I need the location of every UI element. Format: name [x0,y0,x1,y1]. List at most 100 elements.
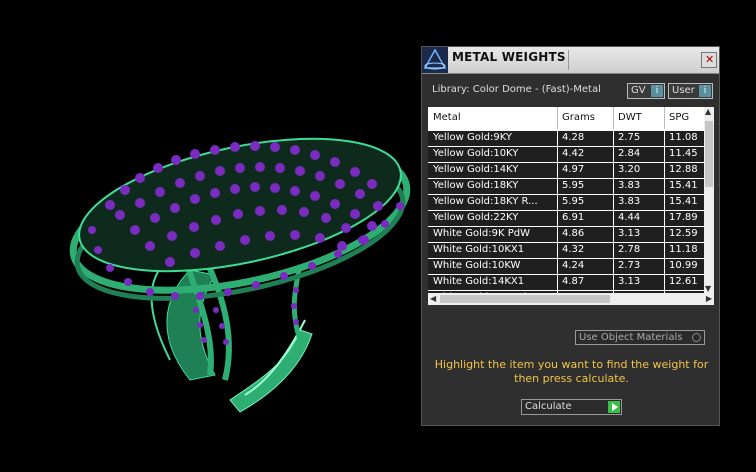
vertical-scrollbar[interactable]: ▲ ▼ [704,107,714,293]
scroll-right-icon[interactable]: ▶ [706,294,712,303]
gv-toggle-button[interactable]: GV i [627,83,665,99]
grams-cell: 4.24 [562,260,585,271]
table-row[interactable]: White Gold:10KX1 4.32 2.78 11.18 [428,243,706,259]
column-divider [613,131,614,147]
title-divider [568,50,569,70]
metal-cell: Yellow Gold:18KY [433,180,519,191]
metal-weights-table[interactable]: Metal Grams DWT SPG Yellow Gold:9KY 4.28 2… [428,107,714,305]
column-divider [613,259,614,275]
grams-cell: 4.42 [562,148,585,159]
spg-cell: 12.61 [669,276,698,287]
table-row[interactable]: Yellow Gold:18KY R... 5.95 3.83 15.41 [428,195,706,211]
column-divider [664,163,665,179]
vertical-scroll-thumb[interactable] [705,121,713,187]
dwt-cell: 3.83 [618,196,641,207]
column-divider [557,211,558,227]
spg-cell: 12.88 [669,164,698,175]
metal-cell: Yellow Gold:22KY [433,212,519,223]
column-divider [664,195,665,211]
dwt-cell: 3.13 [618,228,641,239]
spg-cell: 11.45 [669,148,698,159]
table-rows: Yellow Gold:9KY 4.28 2.75 11.08 Yellow Gold:… [428,131,706,305]
pyramid-logo-icon [422,47,448,73]
play-arrow-icon [608,401,620,413]
column-divider [664,243,665,259]
column-divider [613,195,614,211]
3d-viewport-ring-render[interactable] [0,0,420,472]
column-divider [557,259,558,275]
column-divider [613,179,614,195]
column-divider [557,163,558,179]
table-header: Metal Grams DWT SPG [428,107,706,129]
column-divider [557,227,558,243]
calculate-button[interactable]: Calculate [521,399,622,415]
horizontal-scrollbar[interactable]: ◀ ▶ [428,293,714,305]
column-divider [613,275,614,291]
table-row[interactable]: White Gold:10KW 4.24 2.73 10.99 [428,259,706,275]
info-icon: i [699,85,711,97]
metal-cell: White Gold:14KX1 [433,276,525,287]
column-divider [664,227,665,243]
column-header-grams[interactable]: Grams [562,112,595,123]
column-divider [664,179,665,195]
user-toggle-button[interactable]: User i [668,83,713,99]
column-divider [557,179,558,195]
grams-cell: 4.28 [562,132,585,143]
column-header-spg[interactable]: SPG [669,112,689,123]
column-divider [557,275,558,291]
info-icon: i [651,85,663,97]
panel-titlebar[interactable]: METAL WEIGHTS ✕ [422,47,719,74]
grams-cell: 4.87 [562,276,585,287]
use-object-materials-option[interactable]: Use Object Materials [575,330,705,345]
close-button[interactable]: ✕ [701,52,717,68]
calculate-label: Calculate [525,401,572,412]
column-divider [664,275,665,291]
column-divider [664,211,665,227]
spg-cell: 15.41 [669,180,698,191]
gv-toggle-label: GV [631,85,646,96]
column-divider [613,211,614,227]
spg-cell: 17.89 [669,212,698,223]
library-label: Library: Color Dome - (Fast)-Metal [432,84,601,95]
close-icon: ✕ [705,53,715,66]
table-row[interactable]: Yellow Gold:10KY 4.42 2.84 11.45 [428,147,706,163]
metal-cell: Yellow Gold:18KY R... [433,196,538,207]
radio-dot-icon [692,333,701,342]
scroll-up-icon[interactable]: ▲ [705,107,711,116]
grams-cell: 4.32 [562,244,585,255]
metal-cell: Yellow Gold:14KY [433,164,519,175]
grams-cell: 6.91 [562,212,585,223]
horizontal-scroll-thumb[interactable] [440,295,610,303]
column-divider [613,163,614,179]
dwt-cell: 3.83 [618,180,641,191]
column-divider [664,147,665,163]
table-row[interactable]: White Gold:9K PdW 4.86 3.13 12.59 [428,227,706,243]
spg-cell: 10.99 [669,260,698,271]
column-header-metal[interactable]: Metal [433,112,461,123]
table-row[interactable]: Yellow Gold:14KY 4.97 3.20 12.88 [428,163,706,179]
column-header-dwt[interactable]: DWT [618,112,642,123]
metal-cell: White Gold:10KX1 [433,244,525,255]
grams-cell: 4.86 [562,228,585,239]
column-divider [613,243,614,259]
use-object-materials-label: Use Object Materials [579,332,683,343]
column-divider [557,131,558,147]
column-divider [613,147,614,163]
column-divider [557,195,558,211]
dwt-cell: 4.44 [618,212,641,223]
table-row[interactable]: Yellow Gold:9KY 4.28 2.75 11.08 [428,131,706,147]
metal-weights-panel: METAL WEIGHTS ✕ Library: Color Dome - (F… [421,46,720,426]
table-row[interactable]: White Gold:14KX1 4.87 3.13 12.61 [428,275,706,291]
metal-cell: Yellow Gold:10KY [433,148,519,159]
grams-cell: 5.95 [562,196,585,207]
scroll-left-icon[interactable]: ◀ [430,294,436,303]
scroll-down-icon[interactable]: ▼ [705,284,711,293]
table-row[interactable]: Yellow Gold:22KY 6.91 4.44 17.89 [428,211,706,227]
table-row[interactable]: Yellow Gold:18KY 5.95 3.83 15.41 [428,179,706,195]
grams-cell: 4.97 [562,164,585,175]
column-divider [557,147,558,163]
column-divider [664,131,665,147]
dwt-cell: 3.13 [618,276,641,287]
dwt-cell: 2.78 [618,244,641,255]
dwt-cell: 2.75 [618,132,641,143]
